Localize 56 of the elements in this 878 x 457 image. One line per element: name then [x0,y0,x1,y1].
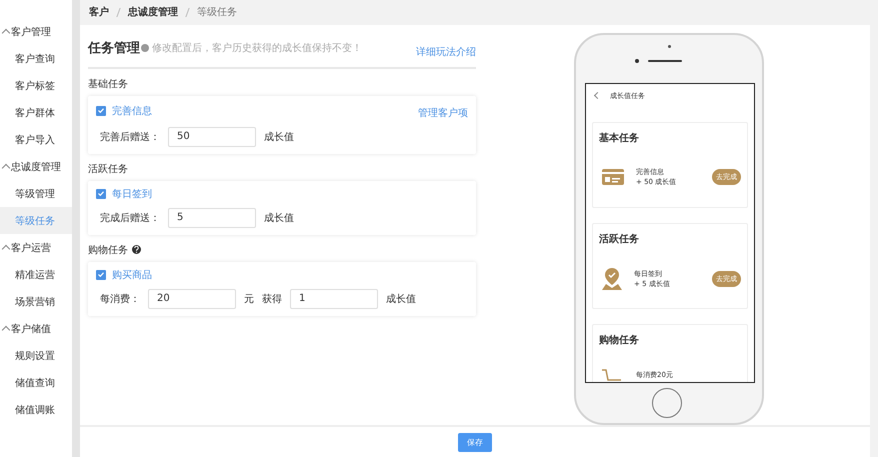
input-field[interactable]: 50 [168,126,256,147]
unit-label: 成长值 [264,130,294,144]
section-label: 购物任务 [88,244,128,257]
breadcrumb-link[interactable]: 客户 [89,5,109,20]
nav-group-header[interactable]: 客户管理 [0,18,72,45]
id-card-icon [602,168,624,185]
nav-item[interactable]: 规则设置 [0,342,72,369]
unit-label: 成长值 [386,292,416,306]
breadcrumb-separator-icon [116,8,121,17]
nav-item[interactable]: 等级管理 [0,180,72,207]
field-label: 完善后赠送： [100,130,160,144]
nav-group-label: 客户运营 [11,242,51,254]
input-field[interactable]: 5 [168,208,256,228]
checkbox[interactable] [96,106,106,116]
cart-icon [602,368,624,381]
speaker-icon [648,60,682,62]
nav-item[interactable]: 储值调账 [0,396,72,423]
location-check-icon [602,268,622,290]
task-label: 购买商品 [112,268,152,282]
task-label: 完善信息 [112,104,152,118]
nav-item[interactable]: 客户查询 [0,45,72,72]
nav-item[interactable]: 精准运营 [0,261,72,288]
nav-group-header[interactable]: 客户运营 [0,234,72,261]
breadcrumb-link[interactable]: 忠诚度管理 [128,5,178,20]
checkbox[interactable] [96,188,106,199]
nav-item[interactable]: 储值查询 [0,369,72,396]
info-icon [141,44,149,52]
nav-item[interactable]: 场景营销 [0,288,72,315]
field-label: 完成后赠送： [100,212,160,225]
section-label: 基础任务 [88,78,128,91]
nav-item[interactable]: 客户标签 [0,72,72,99]
breadcrumb-separator-icon [185,8,190,17]
help-icon[interactable] [132,245,141,254]
page-title: 任务管理 [88,40,140,57]
card-title: 活跃任务 [599,232,640,246]
field-label: 每消费： [100,292,140,306]
nav-group-header[interactable]: 客户储值 [0,315,72,342]
nav-group-label: 忠诚度管理 [11,160,61,174]
nav-group-label: 客户储值 [11,322,51,336]
hint-text: 修改配置后，客户历史获得的成长值保持不变！ [152,42,362,55]
unit-label: 元 [244,292,254,306]
card-title: 购物任务 [599,334,640,347]
card-title: 基本任务 [599,132,640,145]
nav-group-label: 客户管理 [11,26,51,38]
checkbox[interactable] [96,270,106,280]
camera-icon [635,58,639,63]
unit-label: 获得 [262,292,282,306]
nav-group-header[interactable]: 忠诚度管理 [0,153,72,180]
input-field[interactable]: 1 [290,288,378,309]
section-label: 活跃任务 [88,162,128,176]
nav-item[interactable]: 客户群体 [0,99,72,126]
task-label: 每日签到 [112,188,152,201]
unit-label: 成长值 [264,212,294,225]
breadcrumb-link[interactable]: 等级任务 [197,5,237,20]
input-field[interactable]: 20 [148,288,236,309]
nav-item[interactable]: 客户导入 [0,126,72,153]
